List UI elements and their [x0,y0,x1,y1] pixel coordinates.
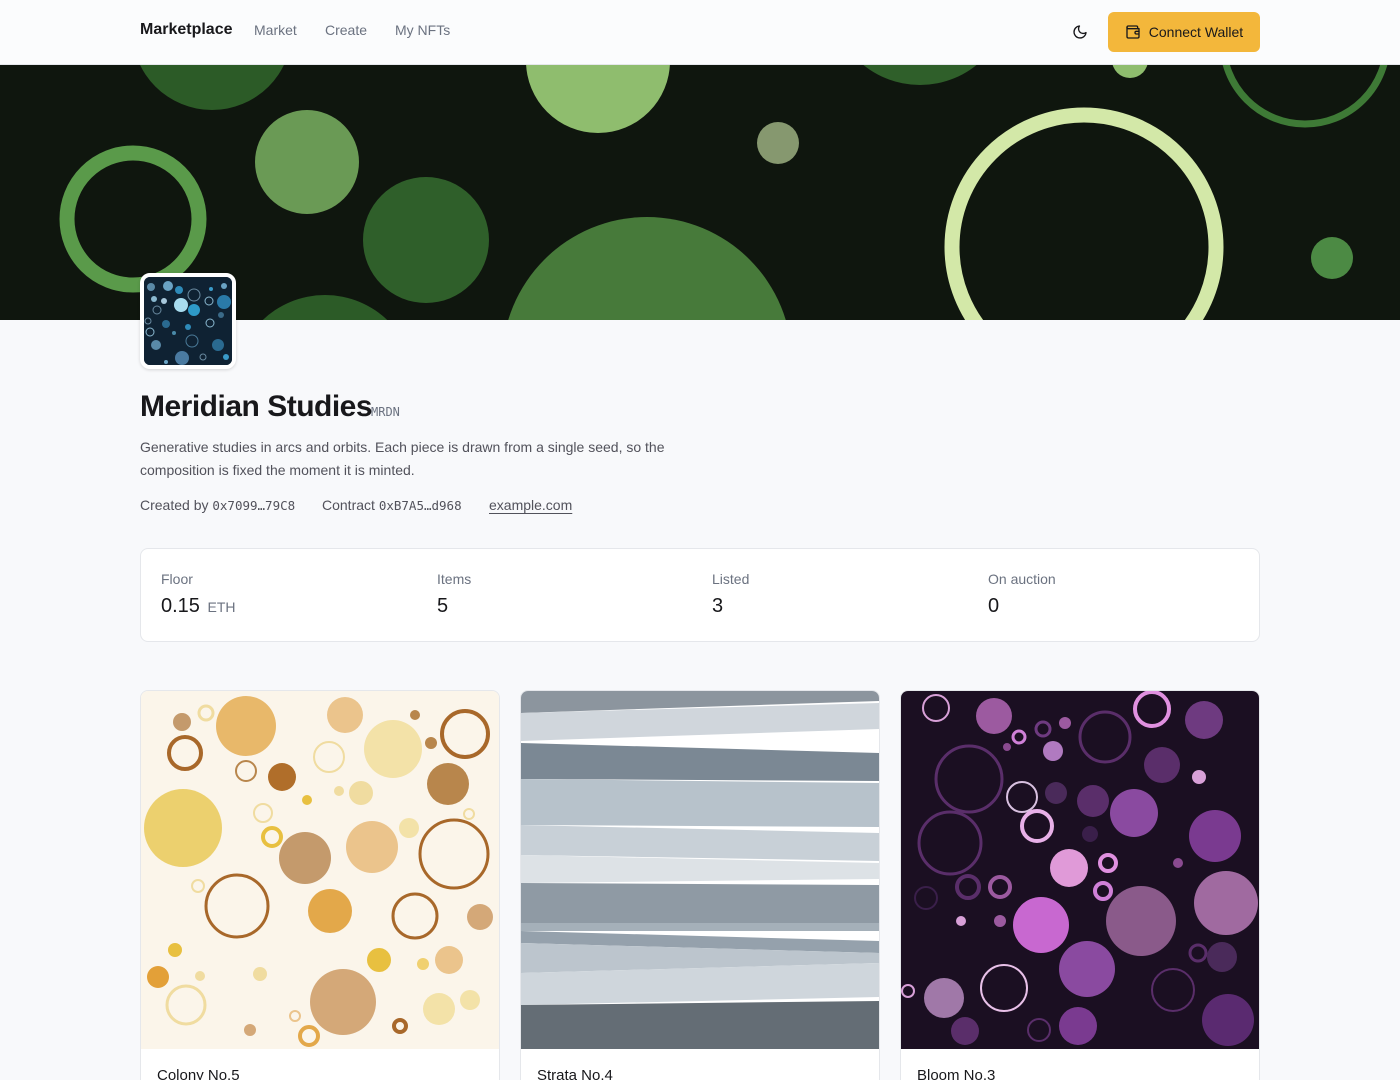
collection-avatar [140,273,236,369]
creator-address[interactable]: 0x7099…79C8 [212,498,295,513]
collection-symbol: MRDN [371,405,400,419]
connect-wallet-label: Connect Wallet [1148,24,1244,40]
theme-toggle-button[interactable] [1066,18,1094,46]
stat-label: Items [437,571,472,587]
nft-card-strata[interactable]: Strata No.4 [520,690,880,1080]
avatar-artwork [144,277,232,365]
stat-on-auction: On auction 0 [988,571,1056,618]
nft-title: Colony No.5 [157,1067,240,1080]
stat-listed: Listed 3 [712,571,749,618]
nft-title: Strata No.4 [537,1067,613,1080]
collection-description: Generative studies in arcs and orbits. E… [140,439,665,478]
nav-link-create[interactable]: Create [325,22,367,38]
nav-link-market[interactable]: Market [254,22,297,38]
stat-label: Listed [712,571,750,587]
nft-card-bloom[interactable]: Bloom No.3 [900,690,1260,1080]
collection-title: Meridian Studies [140,390,373,423]
moon-icon [1073,25,1087,39]
creator-info: Created by 0x7099…79C8 [140,497,295,513]
contract-label: Contract [322,497,375,513]
stat-floor: Floor 0.15 ETH [161,571,236,618]
contract-info: Contract 0xB7A5…d968 [322,497,462,513]
connect-wallet-button[interactable]: Connect Wallet [1108,12,1260,52]
stat-value: 5 [437,595,449,617]
nft-title: Bloom No.3 [917,1067,996,1080]
floor-price-value: 0.15 [161,595,200,617]
nft-card-colony[interactable]: Colony No.5 [140,690,500,1080]
contract-address[interactable]: 0xB7A5…d968 [379,498,462,513]
floor-price-unit: ETH [207,599,236,615]
collection-stats: Floor 0.15 ETH Items 5 Listed 3 On aucti… [140,548,1260,642]
nft-artwork-bloom [901,691,1259,1049]
stat-value: 3 [712,595,724,617]
nav-link-my-nfts[interactable]: My NFTs [395,22,450,38]
wallet-icon [1126,25,1140,39]
nft-artwork-colony [141,691,499,1049]
website-link[interactable]: example.com [489,497,572,513]
created-by-label: Created by [140,497,209,513]
top-navigation: Marketplace Market Create My NFTs Connec… [0,0,1400,65]
nft-artwork-strata [521,691,879,1049]
stat-items: Items 5 [437,571,471,618]
stat-value: 0.15 ETH [161,595,236,618]
stat-label: Floor [161,571,193,587]
stat-label: On auction [988,571,1056,587]
brand-logo[interactable]: Marketplace [140,21,233,39]
stat-value: 0 [988,595,1000,617]
